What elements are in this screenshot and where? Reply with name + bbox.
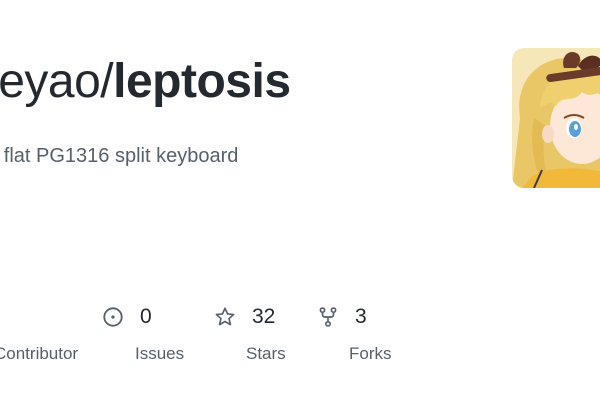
owner-avatar[interactable] xyxy=(512,48,600,188)
repo-title[interactable]: heyao/leptosis xyxy=(0,58,291,106)
stat-forks[interactable]: 3 Forks xyxy=(317,300,392,364)
repo-description: A flat PG1316 split keyboard xyxy=(0,145,239,167)
issues-count: 0 xyxy=(140,305,152,328)
repo-name[interactable]: leptosis xyxy=(113,55,291,108)
issues-label: Issues xyxy=(135,344,185,363)
stars-count: 32 xyxy=(252,305,276,328)
issue-opened-icon xyxy=(103,307,123,327)
repo-separator: / xyxy=(100,55,114,108)
stat-contributors-label: Contributor xyxy=(0,344,79,363)
stars-label: Stars xyxy=(246,344,286,363)
forks-count: 3 xyxy=(355,305,367,328)
stat-contributors[interactable]: Contributor xyxy=(0,300,78,364)
stat-issues[interactable]: 0 Issues xyxy=(102,300,184,364)
star-icon xyxy=(215,307,235,326)
stat-contributors-row xyxy=(0,300,78,334)
forks-label: Forks xyxy=(349,344,392,363)
stat-stars[interactable]: 32 Stars xyxy=(214,300,286,364)
repo-owner[interactable]: heyao xyxy=(0,55,101,108)
repo-social-card: heyao/leptosis A flat PG1316 split keybo… xyxy=(0,0,600,400)
repo-forked-icon xyxy=(319,307,337,327)
anime-avatar-icon xyxy=(512,48,600,188)
